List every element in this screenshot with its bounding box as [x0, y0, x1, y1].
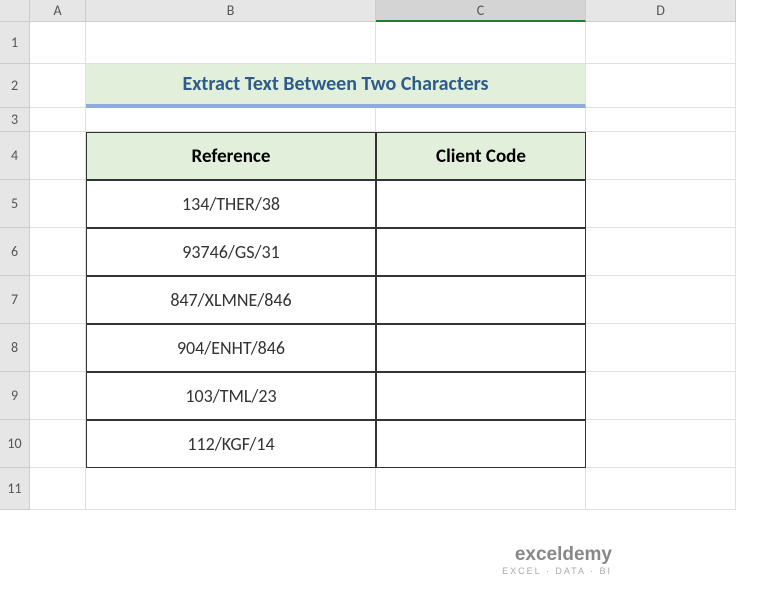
- row-header-5[interactable]: 5: [0, 180, 30, 228]
- cell-a1[interactable]: [30, 22, 86, 64]
- table-row[interactable]: 103/TML/23: [86, 372, 376, 420]
- col-header-c[interactable]: C: [376, 0, 586, 22]
- row-header-9[interactable]: 9: [0, 372, 30, 420]
- cell-c1[interactable]: [376, 22, 586, 64]
- table-row[interactable]: [376, 324, 586, 372]
- cell-a9[interactable]: [30, 372, 86, 420]
- cell-d11[interactable]: [586, 468, 736, 510]
- row-header-10[interactable]: 10: [0, 420, 30, 468]
- row-header-7[interactable]: 7: [0, 276, 30, 324]
- cell-c11[interactable]: [376, 468, 586, 510]
- row-header-6[interactable]: 6: [0, 228, 30, 276]
- title-cell[interactable]: Extract Text Between Two Characters: [86, 64, 586, 108]
- table-row[interactable]: 134/THER/38: [86, 180, 376, 228]
- cell-a4[interactable]: [30, 132, 86, 180]
- cell-a7[interactable]: [30, 276, 86, 324]
- cell-a3[interactable]: [30, 108, 86, 132]
- row-header-1[interactable]: 1: [0, 22, 30, 64]
- table-row[interactable]: [376, 228, 586, 276]
- row-header-2[interactable]: 2: [0, 64, 30, 108]
- row-header-11[interactable]: 11: [0, 468, 30, 510]
- cell-a6[interactable]: [30, 228, 86, 276]
- cell-a5[interactable]: [30, 180, 86, 228]
- cell-b11[interactable]: [86, 468, 376, 510]
- cell-a10[interactable]: [30, 420, 86, 468]
- watermark-brand: exceldemy: [502, 544, 612, 566]
- cell-d9[interactable]: [586, 372, 736, 420]
- spreadsheet-grid: A B C D 1 2 Extract Text Between Two Cha…: [0, 0, 767, 510]
- cell-d6[interactable]: [586, 228, 736, 276]
- cell-a2[interactable]: [30, 64, 86, 108]
- table-row[interactable]: 112/KGF/14: [86, 420, 376, 468]
- table-row[interactable]: [376, 276, 586, 324]
- cell-d2[interactable]: [586, 64, 736, 108]
- cell-d4[interactable]: [586, 132, 736, 180]
- table-row[interactable]: [376, 372, 586, 420]
- cell-d10[interactable]: [586, 420, 736, 468]
- col-header-a[interactable]: A: [30, 0, 86, 22]
- table-row[interactable]: [376, 420, 586, 468]
- table-row[interactable]: 93746/GS/31: [86, 228, 376, 276]
- cell-a8[interactable]: [30, 324, 86, 372]
- table-row[interactable]: 904/ENHT/846: [86, 324, 376, 372]
- watermark-tagline: EXCEL · DATA · BI: [502, 566, 612, 576]
- cell-d8[interactable]: [586, 324, 736, 372]
- cell-d1[interactable]: [586, 22, 736, 64]
- cell-b3[interactable]: [86, 108, 376, 132]
- col-header-b[interactable]: B: [86, 0, 376, 22]
- watermark: exceldemy EXCEL · DATA · BI: [502, 544, 612, 576]
- row-header-8[interactable]: 8: [0, 324, 30, 372]
- cell-d3[interactable]: [586, 108, 736, 132]
- select-all-corner[interactable]: [0, 0, 30, 22]
- cell-b1[interactable]: [86, 22, 376, 64]
- row-header-4[interactable]: 4: [0, 132, 30, 180]
- cell-a11[interactable]: [30, 468, 86, 510]
- table-row[interactable]: [376, 180, 586, 228]
- header-client-code[interactable]: Client Code: [376, 132, 586, 180]
- table-row[interactable]: 847/XLMNE/846: [86, 276, 376, 324]
- cell-d5[interactable]: [586, 180, 736, 228]
- cell-d7[interactable]: [586, 276, 736, 324]
- row-header-3[interactable]: 3: [0, 108, 30, 132]
- header-reference[interactable]: Reference: [86, 132, 376, 180]
- cell-c3[interactable]: [376, 108, 586, 132]
- col-header-d[interactable]: D: [586, 0, 736, 22]
